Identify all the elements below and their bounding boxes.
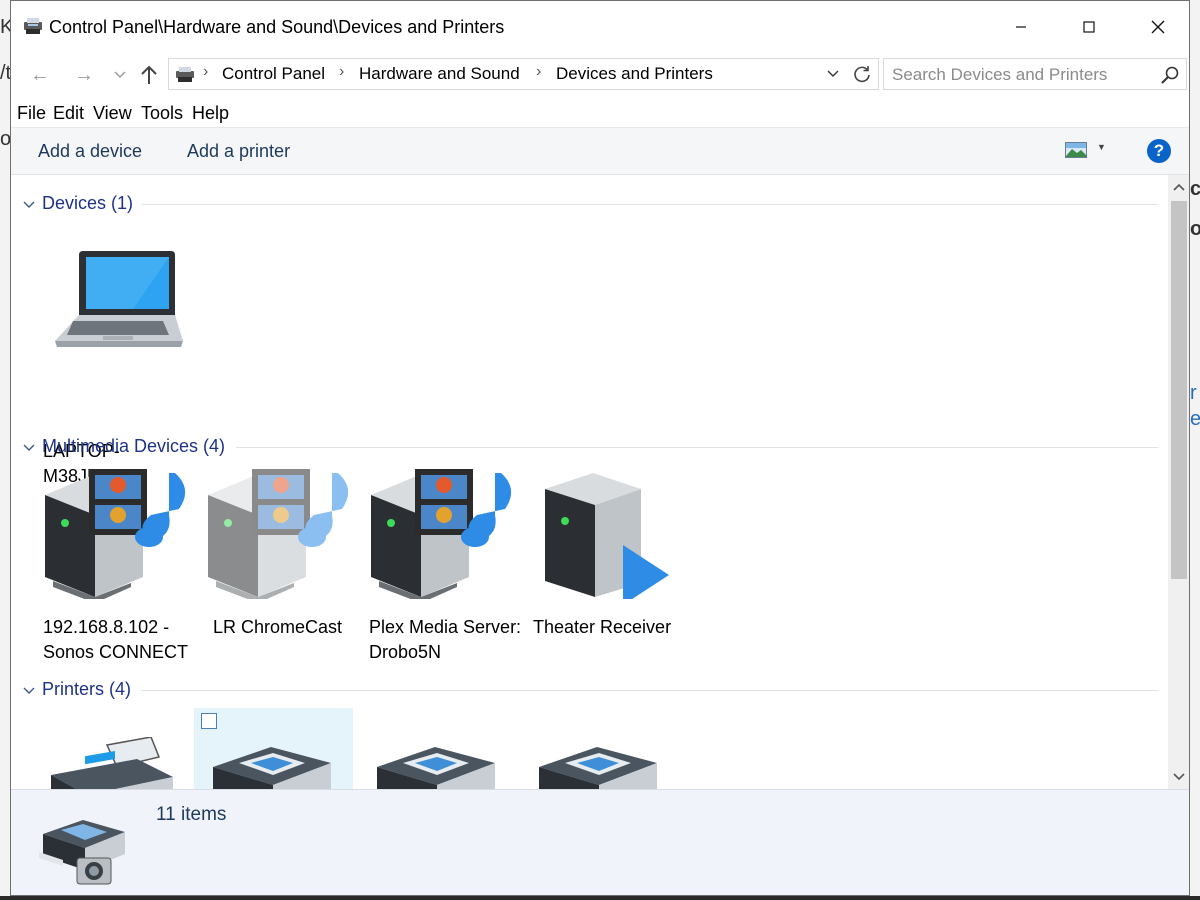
- chevron-down-icon: [827, 70, 839, 77]
- devices-and-printers-window: Control Panel\Hardware and Sound\Devices…: [10, 0, 1190, 896]
- refresh-button[interactable]: [849, 61, 875, 87]
- group-header-multimedia[interactable]: Multimedia Devices (4): [11, 434, 1168, 464]
- printer-selected[interactable]: [211, 745, 371, 789]
- printer-3[interactable]: [537, 745, 697, 789]
- details-pane: 11 items: [11, 789, 1189, 895]
- laptop-icon: [55, 251, 183, 347]
- chevron-right-icon: ›: [203, 63, 209, 80]
- group-title: Printers (4): [42, 679, 132, 699]
- chevron-down-icon: [23, 687, 35, 694]
- printer-icon: [539, 747, 657, 789]
- menu-view[interactable]: View: [93, 103, 132, 124]
- vertical-scrollbar[interactable]: [1168, 175, 1189, 789]
- chevron-right-icon: ›: [339, 63, 345, 80]
- add-printer-button[interactable]: Add a printer: [187, 141, 290, 162]
- printer-fax[interactable]: [47, 737, 207, 789]
- media-server-icon: [45, 469, 186, 599]
- group-divider: [141, 690, 1158, 691]
- background-window-right: co re: [1190, 0, 1200, 900]
- media-server-icon: [208, 469, 349, 599]
- scroll-thumb[interactable]: [1171, 201, 1187, 579]
- menu-tools[interactable]: Tools: [141, 103, 183, 124]
- group-title: Devices (1): [42, 193, 134, 213]
- view-options-dropdown[interactable]: ▼: [1097, 142, 1106, 152]
- minimize-button[interactable]: [998, 7, 1044, 47]
- device-plex-media-server[interactable]: Plex Media Server: Drobo5N: [369, 469, 529, 669]
- maximize-button[interactable]: [1066, 7, 1112, 47]
- breadcrumb-hardware-and-sound[interactable]: Hardware and Sound: [359, 64, 520, 84]
- chevron-up-icon: [1173, 183, 1185, 191]
- search-icon[interactable]: [1160, 65, 1180, 85]
- arrow-right-icon: →: [74, 63, 94, 86]
- printer-icon: [377, 747, 495, 789]
- devices-and-printers-icon: [39, 820, 125, 885]
- item-checkbox[interactable]: [201, 713, 217, 729]
- chevron-down-icon: [114, 71, 126, 78]
- fax-icon: [51, 737, 173, 789]
- device-label: LR ChromeCast: [213, 617, 343, 637]
- breadcrumb-control-panel[interactable]: Control Panel: [222, 64, 325, 84]
- search-box[interactable]: Search Devices and Printers: [883, 58, 1187, 90]
- menu-bar: File Edit View Tools Help: [11, 99, 1189, 127]
- forward-button[interactable]: →: [69, 58, 99, 92]
- menu-help[interactable]: Help: [192, 103, 229, 124]
- scroll-up-button[interactable]: [1168, 175, 1189, 199]
- arrow-up-icon: [141, 65, 157, 84]
- device-label: Theater Receiver: [533, 617, 672, 637]
- devices-and-printers-icon: [24, 18, 42, 34]
- chevron-down-icon: [1173, 773, 1185, 781]
- device-label: Plex Media Server: Drobo5N: [369, 617, 522, 662]
- device-lr-chromecast[interactable]: LR ChromeCast: [206, 469, 366, 669]
- refresh-icon: [854, 66, 870, 83]
- command-bar: Add a device Add a printer ▼ ?: [11, 127, 1189, 175]
- device-theater-receiver[interactable]: Theater Receiver: [531, 469, 691, 669]
- help-button[interactable]: ?: [1147, 139, 1171, 163]
- device-sonos-connect[interactable]: 192.168.8.102 - Sonos CONNECT: [43, 469, 203, 669]
- item-count: 11 items: [156, 804, 227, 825]
- chevron-right-icon: ›: [536, 63, 542, 80]
- address-dropdown-button[interactable]: [823, 62, 843, 86]
- arrow-left-icon: ←: [30, 63, 50, 86]
- device-label: 192.168.8.102 - Sonos CONNECT: [43, 617, 189, 662]
- chevron-down-icon: [23, 444, 35, 451]
- change-view-icon[interactable]: [1065, 142, 1087, 158]
- scroll-down-button[interactable]: [1168, 765, 1189, 789]
- chevron-down-icon: [23, 201, 35, 208]
- group-divider: [236, 447, 1158, 448]
- device-list: Devices (1) LAPTOP-M38JFI8V Multimedia D…: [11, 175, 1168, 789]
- add-device-button[interactable]: Add a device: [38, 141, 142, 162]
- menu-edit[interactable]: Edit: [53, 103, 84, 124]
- minimize-icon: [1016, 26, 1026, 28]
- breadcrumb-devices-and-printers[interactable]: Devices and Printers: [556, 64, 713, 84]
- devices-and-printers-icon: [176, 67, 194, 82]
- back-button[interactable]: ←: [25, 58, 55, 92]
- printer-2[interactable]: [375, 745, 535, 789]
- window-title: Control Panel\Hardware and Sound\Devices…: [49, 17, 505, 37]
- group-title: Multimedia Devices (4): [42, 436, 226, 456]
- close-button[interactable]: [1135, 7, 1181, 47]
- navigation-bar: ← → › Control Panel › Hardware and Sound…: [11, 58, 1189, 92]
- search-input[interactable]: Search Devices and Printers: [892, 65, 1107, 85]
- up-button[interactable]: [135, 58, 163, 92]
- menu-file[interactable]: File: [17, 103, 46, 124]
- printer-icon: [213, 747, 331, 789]
- maximize-icon: [1083, 21, 1095, 33]
- group-header-devices[interactable]: Devices (1): [11, 191, 1168, 221]
- media-renderer-icon: [545, 473, 669, 599]
- group-divider: [141, 204, 1158, 205]
- background-window-left: K/t o: [0, 0, 13, 900]
- title-bar: Control Panel\Hardware and Sound\Devices…: [11, 1, 1189, 55]
- group-header-printers[interactable]: Printers (4): [11, 677, 1168, 707]
- media-server-icon: [371, 469, 512, 599]
- device-laptop[interactable]: LAPTOP-M38JFI8V: [43, 243, 203, 486]
- recent-locations-button[interactable]: [111, 58, 129, 92]
- close-icon: [1151, 20, 1165, 34]
- address-bar[interactable]: › Control Panel › Hardware and Sound › D…: [168, 58, 879, 90]
